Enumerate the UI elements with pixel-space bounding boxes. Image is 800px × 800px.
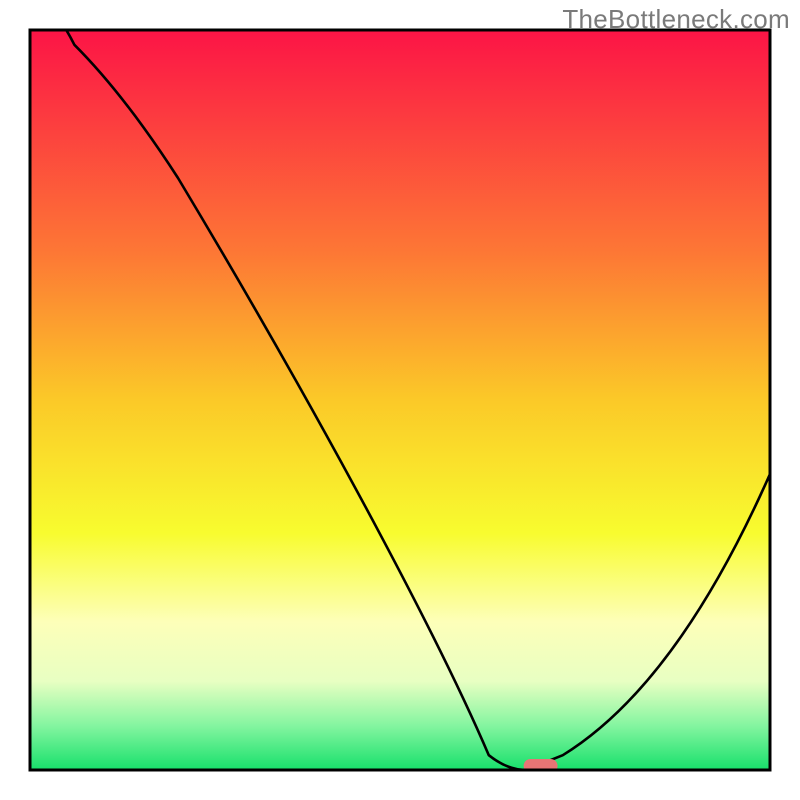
watermark-text: TheBottleneck.com	[562, 4, 790, 35]
chart-svg	[0, 0, 800, 800]
chart-container: TheBottleneck.com	[0, 0, 800, 800]
plot-background	[30, 30, 770, 770]
